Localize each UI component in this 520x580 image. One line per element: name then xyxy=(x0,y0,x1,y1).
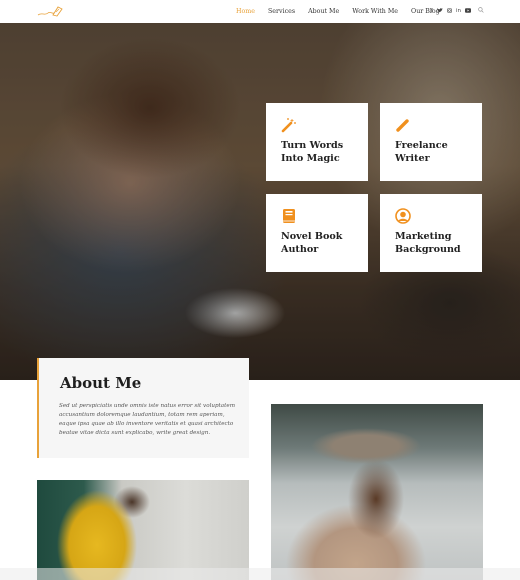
instagram-icon[interactable] xyxy=(447,7,452,16)
linkedin-icon[interactable]: in xyxy=(456,8,461,15)
quill-pen-logo-icon[interactable] xyxy=(36,3,64,19)
youtube-icon[interactable] xyxy=(464,8,471,16)
card-title-line1: Novel Book xyxy=(281,231,343,242)
magic-wand-icon xyxy=(281,118,296,133)
card-title-line2: Background xyxy=(395,244,461,255)
hero-banner: Turn Words Into Magic Freelance Writer N… xyxy=(0,23,520,380)
about-me-text: Sed ut perspiciatis unde omnis iste natu… xyxy=(59,403,236,436)
card-title-line1: Marketing xyxy=(395,231,452,242)
card-title-line2: Writer xyxy=(395,153,430,164)
man-in-yellow-sweater-photo xyxy=(37,480,249,580)
twitter-icon[interactable] xyxy=(436,7,443,16)
card-marketing-background[interactable]: Marketing Background xyxy=(380,194,482,272)
user-circle-icon xyxy=(395,208,411,224)
about-me-section: About Me Sed ut perspiciatis unde omnis … xyxy=(37,358,249,458)
nav-services[interactable]: Services xyxy=(268,8,295,15)
card-title-line1: Freelance xyxy=(395,140,448,151)
card-turn-words-into-magic[interactable]: Turn Words Into Magic xyxy=(266,103,368,181)
pencil-icon xyxy=(396,119,409,132)
nav-home[interactable]: Home xyxy=(236,8,255,15)
page: Home Services About Me Work With Me Our … xyxy=(0,0,520,580)
service-cards: Turn Words Into Magic Freelance Writer N… xyxy=(266,103,482,272)
facebook-icon[interactable]: f xyxy=(431,8,433,15)
nav-about-me[interactable]: About Me xyxy=(308,8,339,15)
search-icon[interactable] xyxy=(478,7,484,16)
card-title-line2: Author xyxy=(281,244,319,255)
card-title-line2: Into Magic xyxy=(281,153,340,164)
site-header: Home Services About Me Work With Me Our … xyxy=(0,0,520,23)
main-nav: Home Services About Me Work With Me Our … xyxy=(236,0,453,23)
card-title-line1: Turn Words xyxy=(281,140,344,151)
book-icon xyxy=(283,209,295,223)
nav-work-with-me[interactable]: Work With Me xyxy=(352,8,398,15)
social-links: f in xyxy=(431,0,484,23)
bottom-fade-strip xyxy=(0,568,520,580)
card-novel-book-author[interactable]: Novel Book Author xyxy=(266,194,368,272)
about-me-heading: About Me xyxy=(60,374,142,392)
card-freelance-writer[interactable]: Freelance Writer xyxy=(380,103,482,181)
man-with-hat-photo xyxy=(271,404,483,580)
